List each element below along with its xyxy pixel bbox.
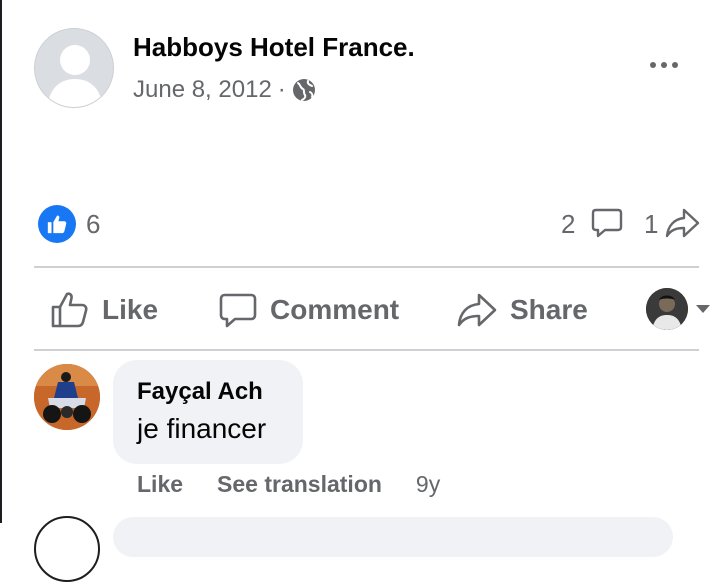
thumbs-up-outline-icon	[51, 292, 88, 328]
comment-button[interactable]: Comment	[218, 288, 399, 332]
share-outline-icon	[457, 293, 497, 327]
window-left-border	[0, 0, 2, 523]
globe-icon[interactable]	[292, 78, 316, 102]
see-translation-link[interactable]: See translation	[217, 471, 382, 498]
like-button[interactable]: Like	[50, 288, 158, 332]
thumbs-up-icon	[47, 215, 67, 234]
page-avatar[interactable]	[34, 28, 114, 108]
post-author[interactable]: Habboys Hotel France.	[133, 32, 415, 63]
comment-outline-icon	[219, 293, 257, 328]
user-photo-icon	[646, 288, 688, 330]
comment-count[interactable]: 2	[561, 209, 575, 240]
dot-icon	[650, 62, 656, 68]
share-arrow-icon[interactable]	[664, 206, 700, 240]
comment-author[interactable]: Fayçal Ach	[137, 378, 263, 406]
comment-text: je financer	[137, 413, 267, 444]
next-commenter-avatar[interactable]	[34, 516, 100, 582]
commenter-avatar[interactable]	[34, 364, 100, 430]
share-count[interactable]: 1	[644, 209, 658, 240]
chevron-down-icon	[696, 305, 710, 313]
comment-button-label: Comment	[270, 294, 400, 325]
share-button-label: Share	[510, 294, 588, 325]
divider	[34, 349, 699, 351]
current-user-avatar	[646, 288, 688, 330]
share-button[interactable]: Share	[456, 288, 588, 332]
comment-timestamp[interactable]: 9y	[416, 471, 440, 498]
dot-icon	[661, 62, 667, 68]
post-meta: June 8, 2012 ·	[133, 76, 316, 104]
dot-icon	[672, 62, 678, 68]
post-date[interactable]: June 8, 2012	[133, 76, 272, 104]
comment-actions: Like See translation 9y	[137, 471, 440, 498]
more-options-button[interactable]	[644, 55, 684, 75]
default-profile-icon	[47, 45, 103, 107]
like-reaction-icon[interactable]	[38, 205, 76, 243]
reaction-count[interactable]: 6	[86, 209, 100, 240]
comment-like-link[interactable]: Like	[137, 471, 183, 498]
comment-bubble[interactable]	[113, 360, 303, 464]
react-as-selector[interactable]	[646, 288, 710, 330]
divider	[34, 266, 699, 268]
next-comment-bubble[interactable]	[113, 517, 673, 557]
like-button-label: Like	[102, 294, 159, 325]
quad-bike-photo-icon	[34, 364, 100, 430]
comment-bubble-icon[interactable]	[590, 206, 624, 240]
meta-separator: ·	[277, 76, 286, 103]
